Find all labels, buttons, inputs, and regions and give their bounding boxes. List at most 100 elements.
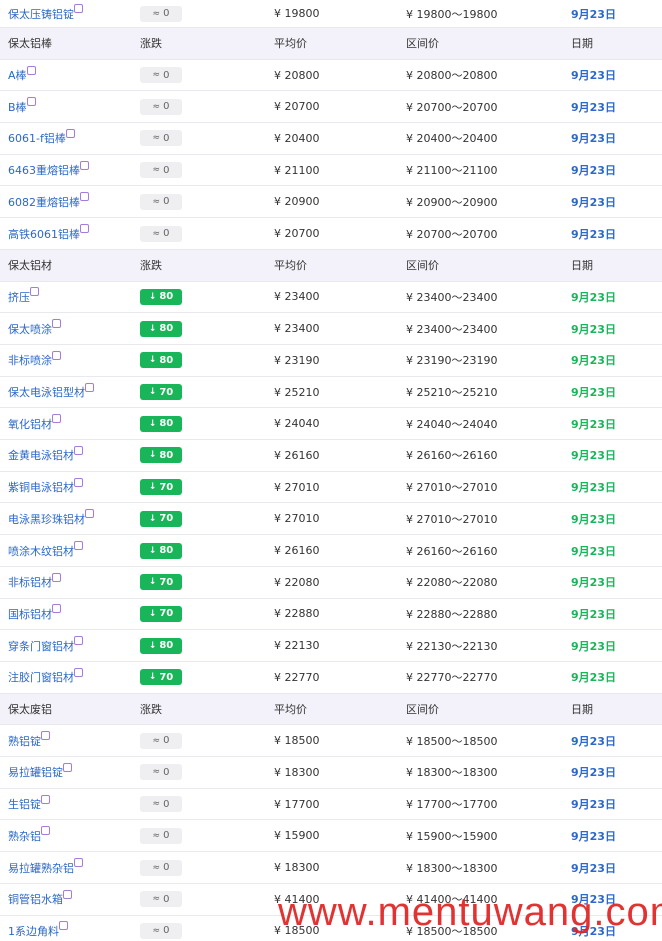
chart-badge-icon[interactable] (74, 636, 83, 646)
product-name-link[interactable]: 熟杂铝 (8, 828, 41, 844)
product-name-link[interactable]: 非标铝材 (8, 574, 52, 590)
product-name-cell[interactable]: 生铝锭 (8, 789, 50, 820)
product-name-cell[interactable]: 非标喷涂 (8, 345, 61, 376)
product-name-link[interactable]: 喷涂木纹铝材 (8, 543, 74, 559)
chart-badge-icon[interactable] (74, 4, 83, 13)
avg-price: ¥ 18300 (274, 861, 320, 875)
product-name-link[interactable]: 氧化铝材 (8, 416, 52, 432)
product-name-cell[interactable]: 氧化铝材 (8, 408, 61, 439)
product-name-link[interactable]: 电泳黑珍珠铝材 (8, 511, 85, 527)
product-name-cell[interactable]: 穿条门窗铝材 (8, 630, 83, 661)
product-name-cell[interactable]: 电泳黑珍珠铝材 (8, 504, 94, 535)
chart-badge-icon[interactable] (52, 350, 61, 360)
chart-badge-icon[interactable] (41, 794, 50, 804)
product-name-cell[interactable]: 6082重熔铝棒 (8, 187, 89, 218)
range-price-cell: ¥ 23400～23400 (406, 313, 497, 344)
product-name-cell[interactable]: 保太压铸铝锭 (8, 0, 83, 27)
chart-badge-icon[interactable] (85, 382, 94, 392)
table-row: 挤压 ↓ 80 ¥ 23400 ¥ 23400～23400 9月23日 (0, 282, 662, 314)
date-text: 9月23日 (571, 7, 616, 21)
date-cell: 9月23日 (571, 599, 616, 630)
product-name-cell[interactable]: 熟铝锭 (8, 725, 50, 756)
product-name-link[interactable]: 注胶门窗铝材 (8, 669, 74, 685)
product-name-link[interactable]: 6463重熔铝棒 (8, 162, 80, 178)
product-name-link[interactable]: 国标铝材 (8, 606, 52, 622)
product-name-cell[interactable]: 易拉罐熟杂铝 (8, 852, 83, 883)
product-name-link[interactable]: 1系边角料 (8, 923, 59, 939)
product-name-cell[interactable]: 挤压 (8, 282, 39, 313)
chart-badge-icon[interactable] (41, 826, 50, 836)
product-name-link[interactable]: 易拉罐铝锭 (8, 764, 63, 780)
chart-badge-icon[interactable] (74, 477, 83, 487)
chart-badge-icon[interactable] (85, 509, 94, 519)
product-name-cell[interactable]: 金黄电泳铝材 (8, 440, 83, 471)
product-name-link[interactable]: 非标喷涂 (8, 352, 52, 368)
chart-badge-icon[interactable] (74, 667, 83, 677)
chart-badge-icon[interactable] (80, 192, 89, 202)
product-name-cell[interactable]: 6061-f铝棒 (8, 123, 75, 154)
product-name-cell[interactable]: 紫铜电泳铝材 (8, 472, 83, 503)
date-cell: 9月23日 (571, 187, 616, 218)
chart-badge-icon[interactable] (52, 572, 61, 582)
product-name-link[interactable]: 生铝锭 (8, 796, 41, 812)
product-name-link[interactable]: 6082重熔铝棒 (8, 194, 80, 210)
chart-badge-icon[interactable] (80, 224, 89, 234)
chart-badge-icon[interactable] (59, 921, 68, 931)
chart-badge-icon[interactable] (52, 319, 61, 329)
avg-price-cell: ¥ 26160 (274, 535, 320, 566)
product-name-cell[interactable]: 铜管铝水箱 (8, 884, 72, 915)
product-name-link[interactable]: 易拉罐熟杂铝 (8, 860, 74, 876)
chart-badge-icon[interactable] (52, 414, 61, 424)
avg-price: ¥ 26160 (274, 448, 320, 462)
chart-badge-icon[interactable] (30, 287, 39, 297)
product-name-cell[interactable]: 非标铝材 (8, 567, 61, 598)
chart-badge-icon[interactable] (74, 445, 83, 455)
chart-badge-icon[interactable] (74, 858, 83, 868)
product-name-link[interactable]: 挤压 (8, 289, 30, 305)
product-name-link[interactable]: 穿条门窗铝材 (8, 638, 74, 654)
chart-badge-icon[interactable] (52, 604, 61, 614)
product-name-link[interactable]: A棒 (8, 67, 27, 83)
date-text: 9月23日 (571, 386, 616, 400)
product-name-cell[interactable]: 保太电泳铝型材 (8, 377, 94, 408)
change-cell: ≈0 (140, 884, 182, 915)
table-row: 紫铜电泳铝材 ↓ 70 ¥ 27010 ¥ 27010～27010 9月23日 (0, 472, 662, 504)
date-text: 9月23日 (571, 290, 616, 304)
chart-badge-icon[interactable] (26, 65, 36, 75)
product-name-cell[interactable]: 喷涂木纹铝材 (8, 535, 83, 566)
product-name-link[interactable]: B棒 (8, 99, 27, 115)
product-name-cell[interactable]: 熟杂铝 (8, 821, 50, 852)
product-name-link[interactable]: 金黄电泳铝材 (8, 447, 74, 463)
table-row: 生铝锭 ≈0 ¥ 17700 ¥ 17700～17700 9月23日 (0, 789, 662, 821)
product-name-cell[interactable]: 易拉罐铝锭 (8, 757, 72, 788)
range-price-cell: ¥ 18500～18500 (406, 725, 497, 756)
product-name-cell[interactable]: A棒 (8, 60, 36, 91)
product-name-link[interactable]: 铜管铝水箱 (8, 891, 63, 907)
chart-badge-icon[interactable] (63, 889, 72, 899)
product-name-cell[interactable]: 高铁6061铝棒 (8, 218, 89, 249)
product-name-link[interactable]: 6061-f铝棒 (8, 130, 66, 146)
product-name-cell[interactable]: 1系边角料 (8, 916, 68, 941)
product-name-cell[interactable]: 国标铝材 (8, 599, 61, 630)
change-value: 0 (163, 893, 170, 905)
chart-badge-icon[interactable] (74, 541, 83, 551)
product-name-cell[interactable]: 保太喷涂 (8, 313, 61, 344)
chart-badge-icon[interactable] (80, 160, 89, 170)
range-price-cell: ¥ 27010～27010 (406, 472, 497, 503)
date-cell: 9月23日 (571, 821, 616, 852)
product-name-link[interactable]: 保太电泳铝型材 (8, 384, 85, 400)
product-name-link[interactable]: 保太喷涂 (8, 321, 52, 337)
product-name-link[interactable]: 熟铝锭 (8, 733, 41, 749)
chart-badge-icon[interactable] (65, 128, 75, 138)
chart-badge-icon[interactable] (63, 762, 72, 772)
chart-badge-icon[interactable] (41, 731, 50, 741)
change-value: 0 (163, 798, 170, 810)
change-value: 0 (163, 164, 170, 176)
product-name-cell[interactable]: 注胶门窗铝材 (8, 662, 83, 693)
product-name-link[interactable]: 紫铜电泳铝材 (8, 479, 74, 495)
product-name-link[interactable]: 高铁6061铝棒 (8, 226, 80, 242)
product-name-cell[interactable]: 6463重熔铝棒 (8, 155, 89, 186)
chart-badge-icon[interactable] (26, 97, 36, 107)
product-name-cell[interactable]: B棒 (8, 91, 36, 122)
product-name-link[interactable]: 保太压铸铝锭 (8, 6, 74, 22)
